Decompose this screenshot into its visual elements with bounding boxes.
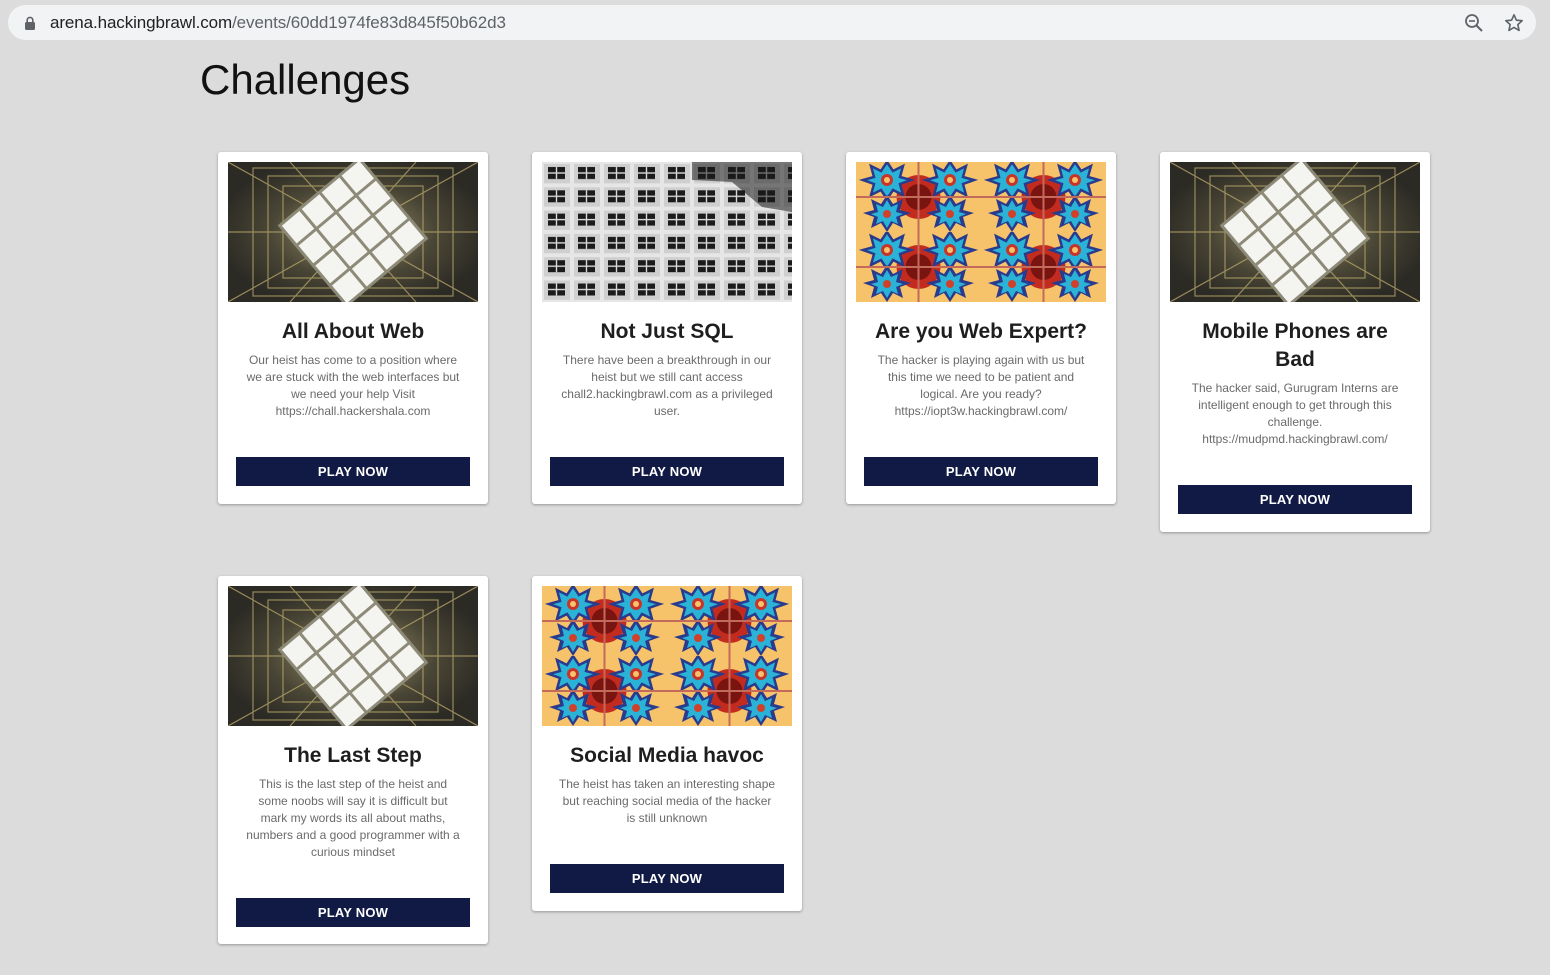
url-text[interactable]: arena.hackingbrawl.com/events/60dd1974fe…	[50, 13, 506, 33]
play-now-button[interactable]: PLAY NOW	[550, 457, 784, 486]
challenge-description: The heist has taken an interesting shape…	[558, 777, 776, 825]
star-tile-pattern-image-graphic	[542, 586, 792, 726]
url-path: /events/60dd1974fe83d845f50b62d3	[232, 13, 506, 32]
skylight-grid-image	[1170, 162, 1420, 302]
challenge-card-mobile-phones-are-bad: Mobile Phones are Bad The hacker said, G…	[1160, 152, 1430, 532]
challenge-card-are-you-web-expert: Are you Web Expert? The hacker is playin…	[846, 152, 1116, 504]
challenge-card-all-about-web: All About Web Our heist has come to a po…	[218, 152, 488, 504]
challenge-title: Are you Web Expert?	[875, 320, 1087, 343]
skylight-grid-image	[228, 586, 478, 726]
challenge-description: There have been a breakthrough in our he…	[561, 353, 773, 418]
skylight-grid-image-graphic	[228, 586, 478, 726]
challenge-description: Our heist has come to a position where w…	[246, 353, 460, 418]
star-tile-pattern-image	[542, 586, 792, 726]
play-now-button[interactable]: PLAY NOW	[236, 457, 470, 486]
challenge-title: Social Media havoc	[570, 744, 764, 767]
challenge-card-the-last-step: The Last Step This is the last step of t…	[218, 576, 488, 944]
challenge-description: This is the last step of the heist and s…	[246, 777, 460, 859]
building-windows-image-graphic	[542, 162, 792, 302]
star-tile-pattern-image-graphic	[856, 162, 1106, 302]
url-host: arena.hackingbrawl.com	[50, 13, 233, 32]
page-title: Challenges	[200, 56, 411, 103]
challenge-card-social-media-havoc: Social Media havoc The heist has taken a…	[532, 576, 802, 911]
challenge-title: Not Just SQL	[600, 320, 734, 343]
browser-toolbar: arena.hackingbrawl.com/events/60dd1974fe…	[0, 0, 1550, 46]
challenge-description: The hacker is playing again with us but …	[877, 353, 1085, 418]
challenge-title: The Last Step	[284, 744, 422, 767]
play-now-button[interactable]: PLAY NOW	[864, 457, 1098, 486]
zoom-out-icon[interactable]	[1464, 13, 1484, 33]
challenge-title: All About Web	[281, 320, 425, 343]
play-now-button[interactable]: PLAY NOW	[236, 898, 470, 927]
play-now-button[interactable]: PLAY NOW	[1178, 485, 1412, 514]
address-bar[interactable]: arena.hackingbrawl.com/events/60dd1974fe…	[8, 5, 1536, 40]
skylight-grid-image-graphic	[1170, 162, 1420, 302]
skylight-grid-image-graphic	[228, 162, 478, 302]
building-windows-image	[542, 162, 792, 302]
challenge-description: The hacker said, Gurugram Interns are in…	[1191, 381, 1399, 446]
play-now-button[interactable]: PLAY NOW	[550, 864, 784, 893]
star-tile-pattern-image	[856, 162, 1106, 302]
lock-icon[interactable]	[24, 16, 36, 30]
challenge-card-not-just-sql: Not Just SQL There have been a breakthro…	[532, 152, 802, 504]
challenge-title: Mobile Phones are Bad	[1202, 320, 1388, 371]
bookmark-star-icon[interactable]	[1504, 13, 1524, 33]
skylight-grid-image	[228, 162, 478, 302]
